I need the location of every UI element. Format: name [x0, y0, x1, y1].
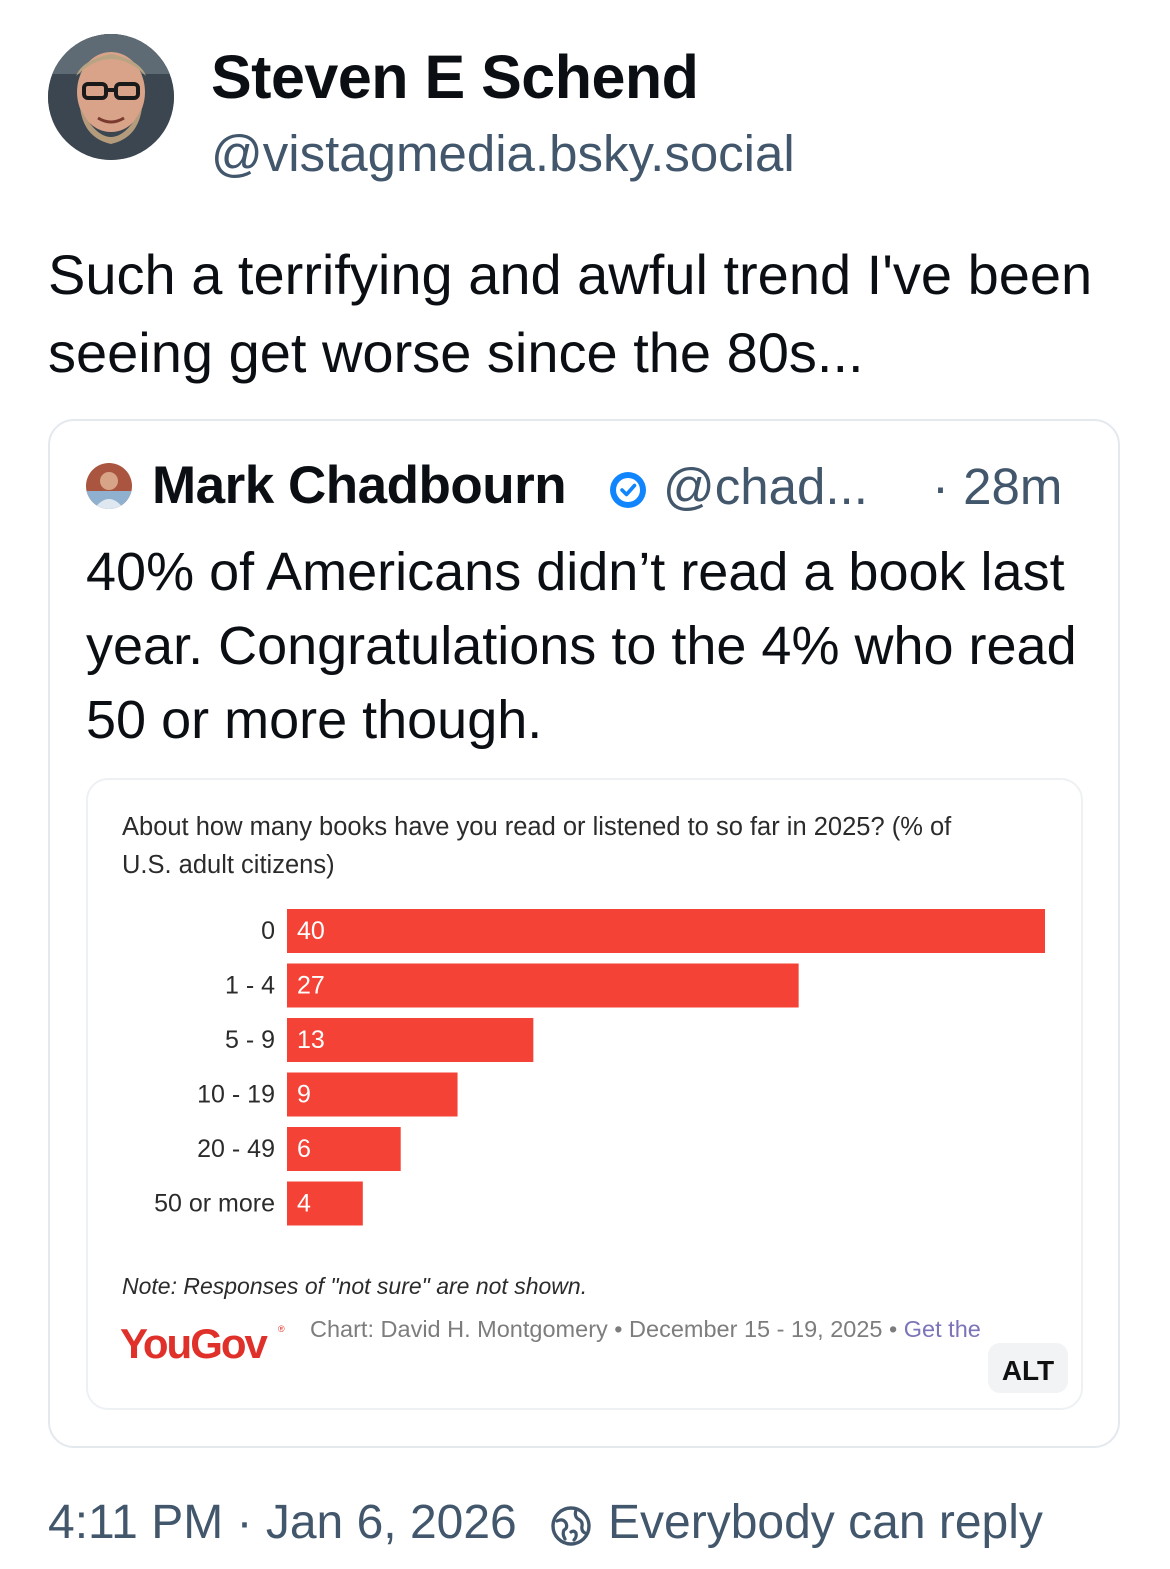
value-label-0: 40	[297, 917, 325, 945]
author-handle[interactable]: @vistagmedia.bsky.social	[211, 124, 795, 183]
post-timestamp[interactable]: 4:11 PM · Jan 6, 2026	[48, 1495, 517, 1550]
reply-globe-icon	[551, 1506, 591, 1546]
category-label-1: 1 - 4	[225, 972, 275, 1000]
category-label-5: 50 or more	[154, 1190, 275, 1218]
value-label-4: 6	[297, 1135, 311, 1163]
bar-1	[287, 963, 799, 1008]
bar-0	[287, 909, 1045, 953]
quote-avatar-photo	[86, 463, 132, 509]
quote-text: 40% of Americans didn’t read a book last…	[86, 542, 1077, 750]
value-label-5: 4	[297, 1190, 311, 1218]
chart-title-line-2: U.S. adult citizens)	[122, 851, 335, 879]
chart-source: Chart: David H. Montgomery • December 15…	[310, 1316, 981, 1342]
author-avatar[interactable]	[48, 34, 174, 160]
category-label-0: 0	[261, 917, 275, 945]
quote-timestamp[interactable]: · 28m	[932, 457, 1062, 516]
bar-3	[287, 1072, 458, 1117]
value-label-2: 13	[297, 1026, 325, 1054]
avatar-photo	[48, 34, 174, 160]
post-text: Such a terrifying and awful trend I've b…	[48, 243, 1093, 384]
chart-source-text: Chart: David H. Montgomery • December 15…	[310, 1316, 904, 1342]
category-label-2: 5 - 9	[225, 1026, 275, 1054]
yougov-bar-chart: About how many books have you read or li…	[120, 813, 1068, 1393]
yougov-logo: YouGov	[120, 1320, 269, 1367]
alt-badge-label: ALT	[1002, 1355, 1054, 1386]
alt-badge[interactable]: ALT	[988, 1343, 1068, 1393]
registered-mark-icon: ®	[278, 1324, 285, 1334]
verified-check-icon	[610, 472, 646, 508]
value-label-1: 27	[297, 972, 325, 1000]
reply-setting[interactable]: Everybody can reply	[608, 1495, 1043, 1550]
quote-author-avatar[interactable]	[86, 463, 132, 509]
chart-bars: 0 40 1 - 4 27 5 - 9 13 10 - 19 9 20 - 49 6 50 or m…	[154, 909, 1045, 1226]
quote-author-handle[interactable]: @chad...	[663, 457, 868, 516]
category-label-3: 10 - 19	[197, 1081, 275, 1109]
quote-author-name[interactable]: Mark Chadbourn	[152, 455, 567, 516]
get-the-data-link[interactable]: Get the	[904, 1316, 981, 1342]
author-name[interactable]: Steven E Schend	[211, 42, 699, 112]
value-label-3: 9	[297, 1081, 311, 1109]
category-label-4: 20 - 49	[197, 1135, 275, 1163]
chart-note: Note: Responses of "not sure" are not sh…	[122, 1273, 587, 1299]
chart-title-line-1: About how many books have you read or li…	[122, 813, 952, 841]
